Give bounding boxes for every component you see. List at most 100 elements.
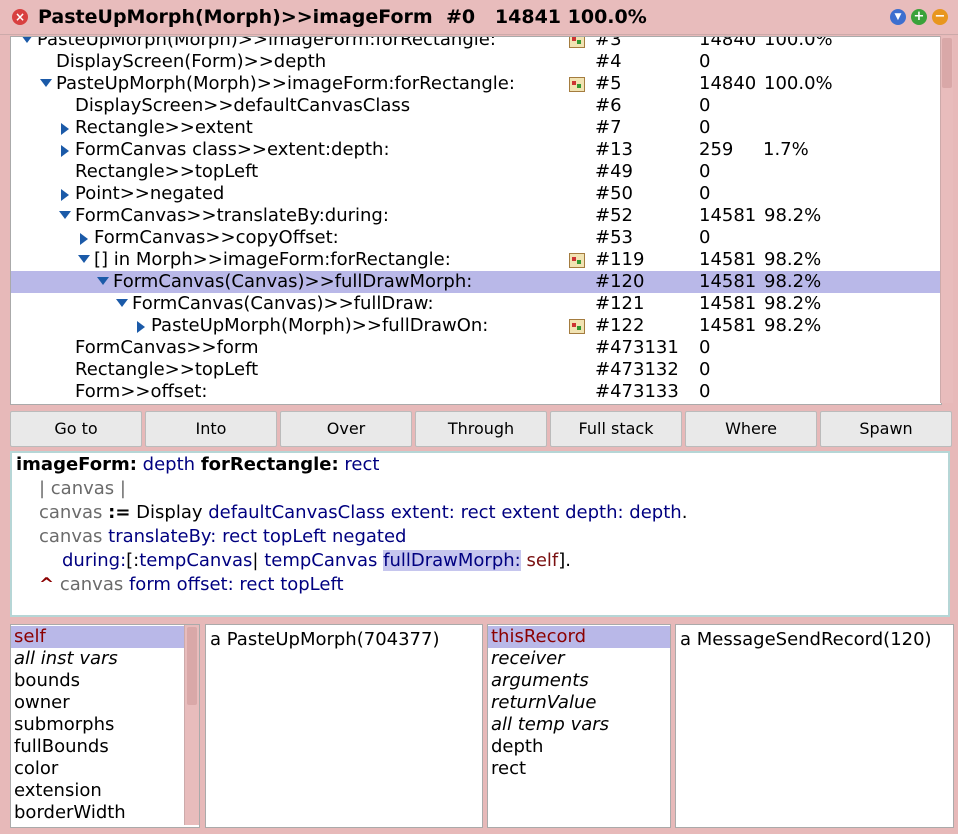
context-field-item[interactable]: depth	[488, 736, 670, 758]
receiver-field-item[interactable]: self	[11, 626, 184, 648]
context-value-pane[interactable]: a MessageSendRecord(120)	[675, 624, 954, 828]
code-line-2: | canvas |	[39, 478, 126, 499]
tree-row-number: #13	[595, 139, 633, 160]
morph-image-icon	[569, 37, 585, 48]
receiver-value-pane[interactable]: a PasteUpMorph(704377)	[205, 624, 483, 828]
tree-row-number: #473133	[595, 381, 679, 402]
receiver-field-item[interactable]: color	[11, 758, 184, 780]
tree-row-tally: 0	[699, 359, 711, 380]
receiver-field-list[interactable]: self all inst vars bounds owner submorphs ful…	[10, 624, 200, 828]
receiver-field-item[interactable]: fullBounds	[11, 736, 184, 758]
tree-row[interactable]: PasteUpMorph(Morph)>>fullDrawOn: #122 1458…	[11, 315, 941, 337]
tree-row-label: DisplayScreen>>defaultCanvasClass	[75, 95, 411, 116]
block-param-ref: tempCanvas	[264, 550, 378, 571]
tree-row[interactable]: Rectangle>>topLeft #473132 0	[11, 359, 941, 381]
expand-icon[interactable]: +	[911, 9, 927, 25]
expanded-triangle-icon[interactable]	[59, 211, 71, 219]
debugger-window: × PasteUpMorph(Morph)>>imageForm #0 1484…	[0, 0, 958, 834]
spawn-button[interactable]: Spawn	[820, 411, 952, 447]
collapse-icon[interactable]: −	[932, 9, 948, 25]
block-bar: |	[252, 550, 259, 571]
tree-row[interactable]: PasteUpMorph(Morph)>>imageForm:forRectan…	[11, 73, 941, 95]
context-field-item[interactable]: arguments	[488, 670, 670, 692]
tree-row-label: FormCanvas(Canvas)>>fullDrawMorph:	[113, 271, 473, 292]
context-field-item[interactable]: returnValue	[488, 692, 670, 714]
receiver-field-item[interactable]: all inst vars	[11, 648, 184, 670]
receiver-field-item[interactable]: extension	[11, 780, 184, 802]
tree-row[interactable]: DisplayScreen(Form)>>depth #4 0	[11, 51, 941, 73]
receiver-list-scroll-thumb[interactable]	[187, 627, 197, 705]
tree-row[interactable]: FormCanvas(Canvas)>>fullDrawMorph: #120 14…	[11, 271, 941, 293]
tree-row-tally: 14581	[699, 293, 757, 314]
tree-row[interactable]: PasteUpMorph(Morph)>>imageForm:forRectan…	[11, 37, 941, 51]
menu-icon[interactable]: ▼	[890, 9, 906, 25]
expanded-triangle-icon[interactable]	[78, 255, 90, 263]
tree-scroll-thumb[interactable]	[942, 38, 952, 88]
message: topLeft	[262, 526, 327, 547]
message: negated	[331, 526, 407, 547]
where-button[interactable]: Where	[685, 411, 817, 447]
collapsed-triangle-icon[interactable]	[61, 145, 69, 157]
receiver-list-scrollbar[interactable]	[184, 625, 199, 825]
code-editor[interactable]: imageForm: depth forRectangle: rect | ca…	[10, 451, 950, 617]
arg-ref: rect	[222, 526, 258, 547]
tree-row-number: #7	[595, 117, 622, 138]
tree-row-label: [] in Morph>>imageForm:forRectangle:	[94, 249, 451, 270]
tree-row[interactable]: Rectangle>>topLeft #49 0	[11, 161, 941, 183]
tree-row-percent: 98.2%	[764, 205, 822, 226]
tree-row[interactable]: FormCanvas>>copyOffset: #53 0	[11, 227, 941, 249]
tree-row-tally: 0	[699, 161, 711, 182]
receiver-field-item[interactable]: submorphs	[11, 714, 184, 736]
tree-row[interactable]: Point>>negated #50 0	[11, 183, 941, 205]
through-button[interactable]: Through	[415, 411, 547, 447]
collapsed-triangle-icon[interactable]	[80, 233, 88, 245]
tree-scrollbar[interactable]	[940, 36, 953, 403]
tree-row[interactable]: DisplayScreen>>defaultCanvasClass #6 0	[11, 95, 941, 117]
tree-row[interactable]: FormCanvas>>form #473131 0	[11, 337, 941, 359]
expanded-triangle-icon[interactable]	[116, 299, 128, 307]
tree-row[interactable]: [] in Morph>>imageForm:forRectangle: #119…	[11, 249, 941, 271]
tree-row-tally: 0	[699, 117, 711, 138]
tree-row-tally: 0	[699, 183, 711, 204]
goto-button[interactable]: Go to	[10, 411, 142, 447]
message-tally-tree[interactable]: PasteUpMorph(Morph)>>imageForm:forRectan…	[10, 36, 942, 405]
into-button[interactable]: Into	[145, 411, 277, 447]
close-icon[interactable]: ×	[12, 9, 28, 25]
context-field-item[interactable]: thisRecord	[488, 626, 670, 648]
expanded-triangle-icon[interactable]	[40, 79, 52, 87]
expanded-triangle-icon[interactable]	[97, 277, 109, 285]
collapsed-triangle-icon[interactable]	[137, 321, 145, 333]
window-title: PasteUpMorph(Morph)>>imageForm #0 14841 …	[38, 6, 647, 28]
block-close: ].	[558, 550, 572, 571]
title-bar[interactable]: × PasteUpMorph(Morph)>>imageForm #0 1484…	[0, 0, 958, 35]
tree-row-percent: 98.2%	[764, 315, 822, 336]
tree-row[interactable]: Rectangle>>extent #7 0	[11, 117, 941, 139]
over-button[interactable]: Over	[280, 411, 412, 447]
tree-row-number: #5	[595, 73, 622, 94]
tree-row-number: #52	[595, 205, 633, 226]
message: form	[128, 574, 171, 595]
tree-row[interactable]: FormCanvas>>translateBy:during: #52 14581 9…	[11, 205, 941, 227]
collapsed-triangle-icon[interactable]	[61, 123, 69, 135]
tree-row[interactable]: FormCanvas(Canvas)>>fullDraw: #121 14581 98…	[11, 293, 941, 315]
self-ref: self	[526, 550, 559, 571]
tree-row-tally: 14581	[699, 271, 757, 292]
collapsed-triangle-icon[interactable]	[61, 189, 69, 201]
context-field-item[interactable]: receiver	[488, 648, 670, 670]
global-ref: Display	[136, 502, 203, 523]
tree-row-tally: 14840	[699, 73, 757, 94]
tree-row-number: #119	[595, 249, 645, 270]
code-line-1: imageForm: depth forRectangle: rect	[16, 454, 379, 475]
tree-row-tally: 0	[699, 227, 711, 248]
context-field-list[interactable]: thisRecord receiver arguments returnValue al…	[487, 624, 671, 828]
receiver-field-item[interactable]: owner	[11, 692, 184, 714]
receiver-field-item[interactable]: bounds	[11, 670, 184, 692]
full-stack-button[interactable]: Full stack	[550, 411, 682, 447]
tree-row[interactable]: Form>>offset: #473133 0	[11, 381, 941, 403]
context-field-item[interactable]: rect	[488, 758, 670, 780]
receiver-field-item[interactable]: borderWidth	[11, 802, 184, 824]
context-field-item[interactable]: all temp vars	[488, 714, 670, 736]
expanded-triangle-icon[interactable]	[21, 37, 33, 43]
tree-row[interactable]: FormCanvas class>>extent:depth: #13 259 1.7…	[11, 139, 941, 161]
code-line-4: canvas translateBy: rect topLeft negated	[39, 526, 406, 547]
